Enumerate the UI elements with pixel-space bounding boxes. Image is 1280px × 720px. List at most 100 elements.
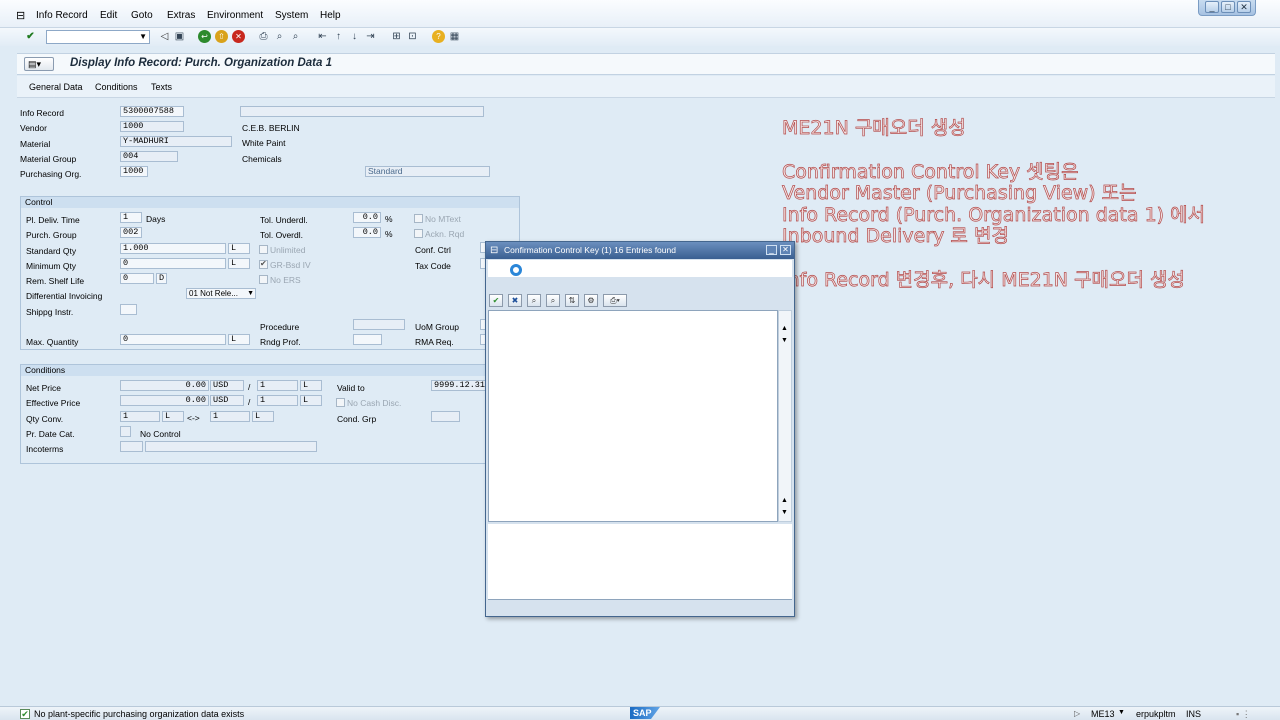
vendor-field[interactable]: 1000 bbox=[120, 121, 184, 132]
menu-info-record[interactable]: Info Record bbox=[36, 10, 88, 21]
pr-date-cat-field[interactable] bbox=[120, 426, 131, 437]
enter-icon[interactable]: ✔ bbox=[24, 30, 37, 43]
shortcut-icon[interactable]: ⊡ bbox=[406, 30, 419, 43]
net-price-unit-field[interactable]: L bbox=[300, 380, 322, 391]
find-next-icon[interactable]: ⌕ bbox=[289, 30, 302, 43]
scroll-up-icon[interactable]: ▲ bbox=[781, 325, 788, 332]
standard-qty-unit-field[interactable]: L bbox=[228, 243, 250, 254]
general-data-button[interactable]: General Data bbox=[29, 82, 83, 92]
gr-bsd-iv-checkbox[interactable] bbox=[259, 259, 268, 269]
qty-conv-left-unit-field[interactable]: L bbox=[162, 411, 184, 422]
purchasing-org-field[interactable]: 1000 bbox=[120, 166, 148, 177]
scroll-down-icon[interactable]: ▼ bbox=[781, 337, 788, 344]
print-icon[interactable]: ⎙▾ bbox=[603, 294, 627, 307]
sort-icon[interactable]: ⇅ bbox=[565, 294, 579, 307]
no-ers-checkbox[interactable] bbox=[259, 275, 268, 284]
tol-overdl-field[interactable]: 0.0 bbox=[353, 227, 381, 238]
info-category-field[interactable]: Standard bbox=[365, 166, 490, 177]
customize-layout-icon[interactable]: ▦ bbox=[448, 30, 461, 43]
transaction-code[interactable]: ME13 bbox=[1091, 709, 1115, 719]
back-arrow-icon[interactable]: ◁ bbox=[158, 30, 171, 43]
cond-grp-field[interactable] bbox=[431, 411, 460, 422]
max-quantity-unit-field[interactable]: L bbox=[228, 334, 250, 345]
qty-conv-left-field[interactable]: 1 bbox=[120, 411, 160, 422]
insert-mode[interactable]: INS bbox=[1186, 709, 1201, 719]
qty-conv-right-field[interactable]: 1 bbox=[210, 411, 250, 422]
find-next-icon[interactable]: ⌕ bbox=[546, 294, 560, 307]
exit-icon[interactable]: ⇧ bbox=[215, 30, 228, 43]
material-field[interactable]: Y-MADHURI bbox=[120, 136, 232, 147]
minimize-icon[interactable]: _ bbox=[1205, 1, 1219, 13]
net-price-currency-field[interactable]: USD bbox=[210, 380, 244, 391]
find-icon[interactable]: ⌕ bbox=[273, 30, 286, 43]
shippg-instr-field[interactable] bbox=[120, 304, 137, 315]
standard-qty-field[interactable]: 1.000 bbox=[120, 243, 226, 254]
command-field[interactable]: ▼ bbox=[46, 30, 150, 44]
print-icon[interactable]: ⎙ bbox=[257, 30, 270, 43]
max-quantity-field[interactable]: 0 bbox=[120, 334, 226, 345]
menu-help[interactable]: Help bbox=[320, 10, 341, 21]
system-menu-icon[interactable]: ⊟ bbox=[16, 9, 25, 22]
dialog-result-list[interactable] bbox=[488, 310, 778, 522]
scroll-down-icon[interactable]: ▼ bbox=[781, 509, 788, 516]
net-price-per-field[interactable]: 1 bbox=[257, 380, 298, 391]
copy-icon[interactable]: ✔ bbox=[489, 294, 503, 307]
menu-environment[interactable]: Environment bbox=[207, 10, 263, 21]
status-expand-icon[interactable]: ▷ bbox=[1074, 709, 1080, 718]
minimum-qty-field[interactable]: 0 bbox=[120, 258, 226, 269]
dialog-scrollbar[interactable]: ▲ ▼ ▲ ▼ bbox=[778, 310, 792, 522]
qty-conv-right-unit-field[interactable]: L bbox=[252, 411, 274, 422]
previous-page-icon[interactable]: ↑ bbox=[332, 30, 345, 43]
conditions-button[interactable]: Conditions bbox=[95, 82, 138, 92]
effective-price-field[interactable]: 0.00 bbox=[120, 395, 209, 406]
status-message[interactable]: No plant-specific purchasing organizatio… bbox=[34, 709, 244, 719]
net-price-field[interactable]: 0.00 bbox=[120, 380, 209, 391]
save-icon[interactable]: ▣ bbox=[173, 30, 186, 43]
create-session-icon[interactable]: ⊞ bbox=[390, 30, 403, 43]
effective-price-per-field[interactable]: 1 bbox=[257, 395, 298, 406]
effective-price-currency-field[interactable]: USD bbox=[210, 395, 244, 406]
settings-icon[interactable]: ⚙ bbox=[584, 294, 598, 307]
tol-underdl-field[interactable]: 0.0 bbox=[353, 212, 381, 223]
no-mtext-checkbox[interactable] bbox=[414, 214, 423, 223]
dialog-close-icon[interactable]: ✕ bbox=[780, 245, 791, 255]
menu-extras[interactable]: Extras bbox=[167, 10, 195, 21]
find-icon[interactable]: ⌕ bbox=[527, 294, 541, 307]
pl-deliv-time-field[interactable]: 1 bbox=[120, 212, 142, 223]
menu-edit[interactable]: Edit bbox=[100, 10, 117, 21]
minimum-qty-unit-field[interactable]: L bbox=[228, 258, 250, 269]
dialog-minimize-icon[interactable]: _ bbox=[766, 245, 777, 255]
info-record-field[interactable]: 5300007588 bbox=[120, 106, 184, 117]
texts-button[interactable]: Texts bbox=[151, 82, 172, 92]
no-cash-disc-checkbox[interactable] bbox=[336, 398, 345, 407]
help-icon[interactable]: ? bbox=[432, 30, 445, 43]
maximize-icon[interactable]: □ bbox=[1221, 1, 1235, 13]
material-group-field[interactable]: 004 bbox=[120, 151, 178, 162]
cancel-icon[interactable]: ✖ bbox=[508, 294, 522, 307]
incoterms-location-field[interactable] bbox=[145, 441, 317, 452]
chevron-down-icon[interactable]: ▼ bbox=[247, 289, 254, 298]
procedure-field[interactable] bbox=[353, 319, 405, 330]
close-icon[interactable]: ✕ bbox=[1237, 1, 1251, 13]
menu-goto[interactable]: Goto bbox=[131, 10, 153, 21]
first-page-icon[interactable]: ⇤ bbox=[316, 30, 329, 43]
unlimited-checkbox[interactable] bbox=[259, 245, 268, 254]
incoterms-field[interactable] bbox=[120, 441, 143, 452]
cancel-icon[interactable]: ✕ bbox=[232, 30, 245, 43]
next-page-icon[interactable]: ↓ bbox=[348, 30, 361, 43]
purch-group-field[interactable]: 002 bbox=[120, 227, 142, 238]
valid-to-field[interactable]: 9999.12.31 bbox=[431, 380, 487, 391]
chevron-down-icon[interactable]: ▼ bbox=[1118, 709, 1125, 716]
rem-shelf-life-unit-field[interactable]: D bbox=[156, 273, 167, 284]
rndg-prof-field[interactable] bbox=[353, 334, 382, 345]
last-page-icon[interactable]: ⇥ bbox=[364, 30, 377, 43]
menu-toggle-icon[interactable]: ▤▾ bbox=[24, 57, 54, 71]
ackn-rqd-checkbox[interactable] bbox=[414, 229, 423, 238]
scroll-up-icon[interactable]: ▲ bbox=[781, 497, 788, 504]
info-record-description-field[interactable] bbox=[240, 106, 484, 117]
menu-system[interactable]: System bbox=[275, 10, 308, 21]
rem-shelf-life-field[interactable]: 0 bbox=[120, 273, 154, 284]
dialog-menu-icon[interactable]: ⊟ bbox=[490, 242, 498, 259]
chevron-down-icon[interactable]: ▼ bbox=[139, 32, 147, 41]
back-icon[interactable]: ↩ bbox=[198, 30, 211, 43]
